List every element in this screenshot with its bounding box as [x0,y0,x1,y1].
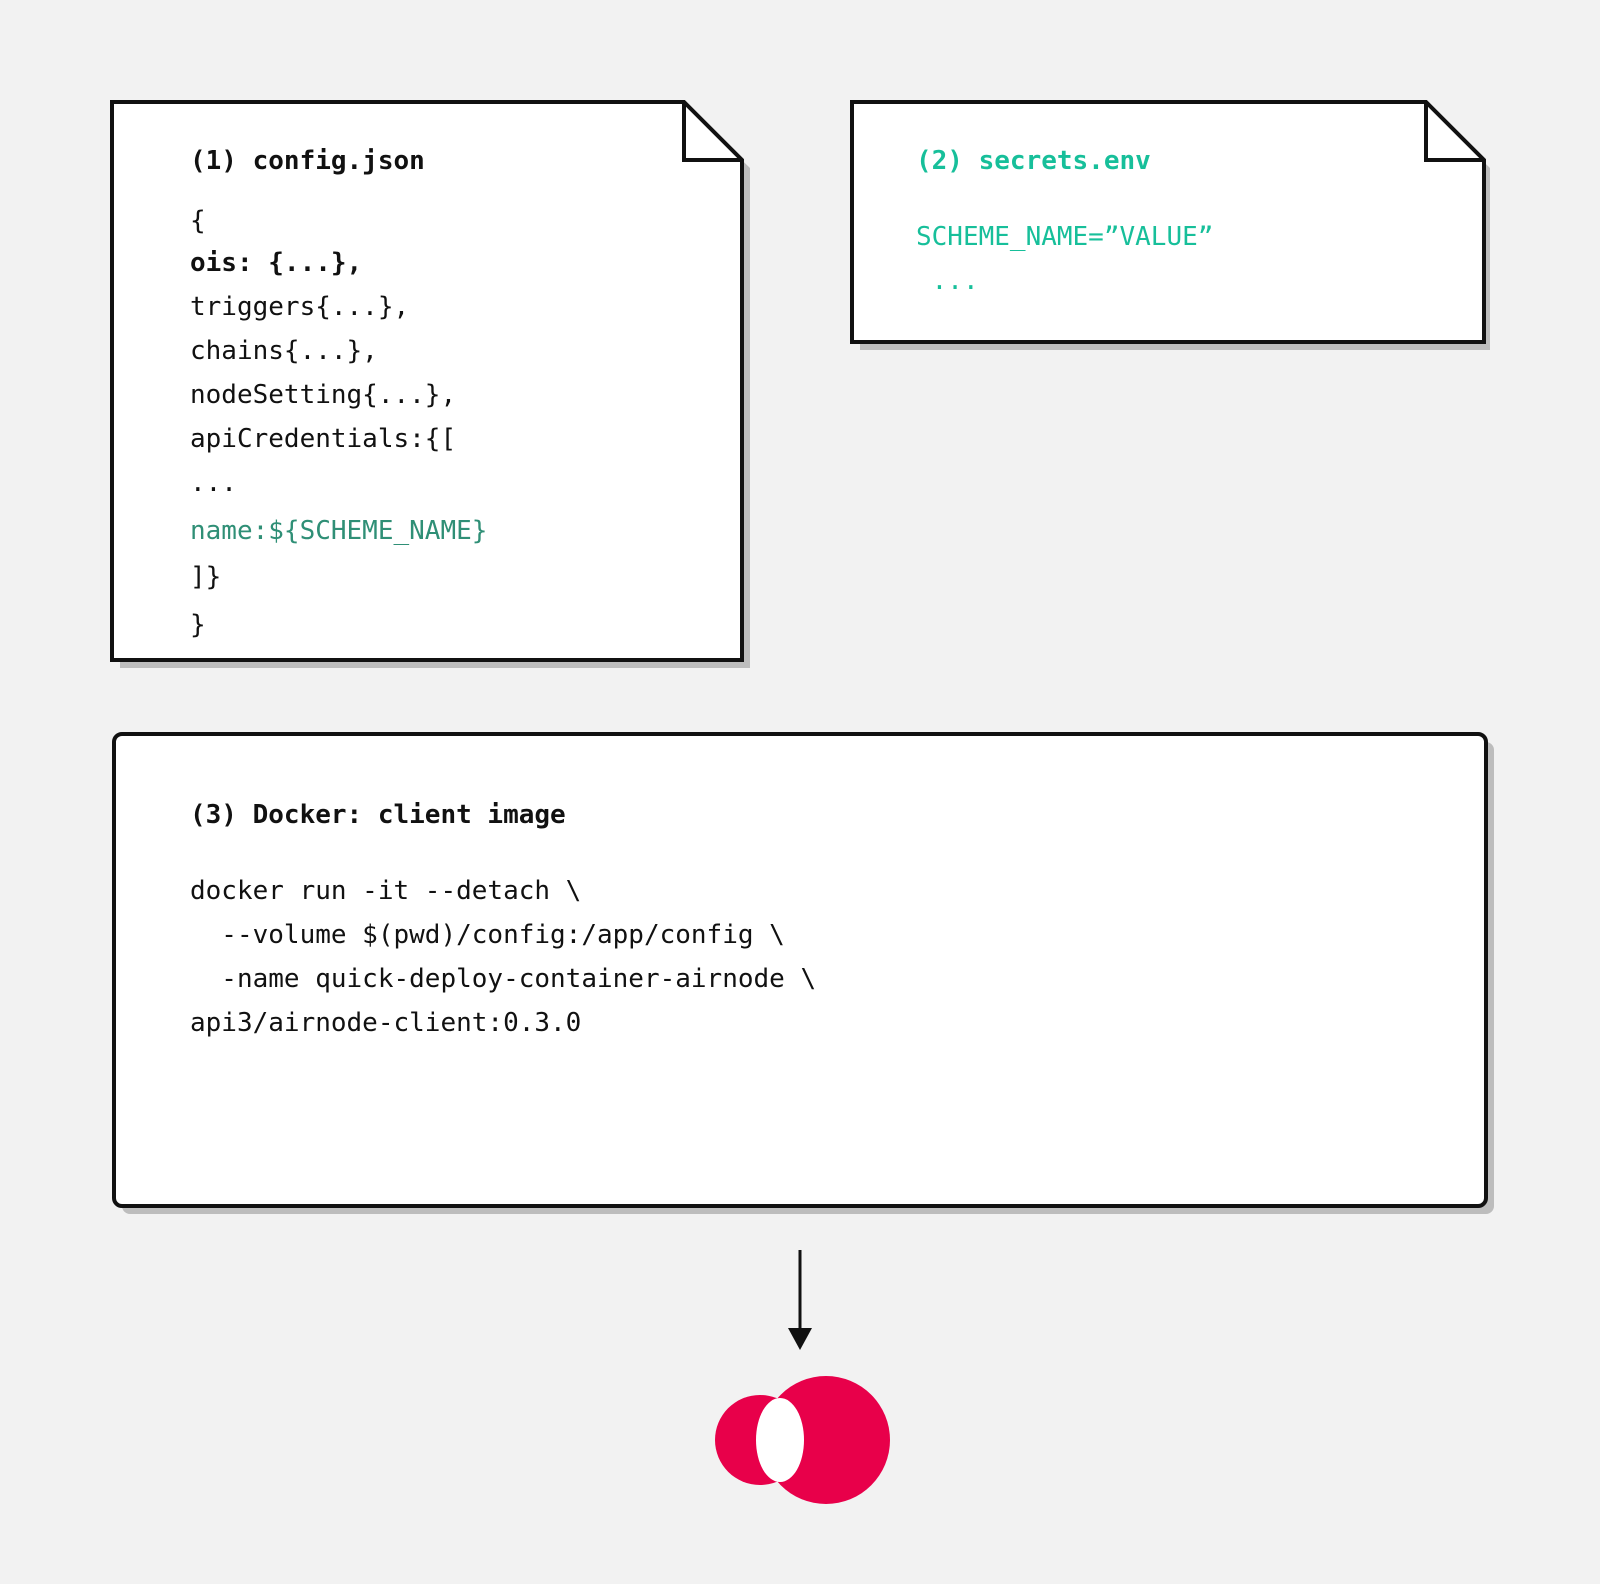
config-line: } [190,610,206,640]
api3-logo-icon [715,1376,890,1504]
docker-command-line: --volume $(pwd)/config:/app/config \ [190,920,785,950]
config-line: chains{...}, [190,336,378,366]
config-line: { [190,206,206,236]
docker-command-line: docker run -it --detach \ [190,876,582,906]
config-line: triggers{...}, [190,292,410,322]
secrets-line: SCHEME_NAME=”VALUE” [916,222,1214,252]
docker-command-line: -name quick-deploy-container-airnode \ [190,964,817,994]
secrets-file-content: (2) secrets.env SCHEME_NAME=”VALUE” ... [916,146,1213,296]
config-file-content: (1) config.json { ois: {...}, triggers{.… [190,146,487,640]
config-line-scheme-name: name:${SCHEME_NAME} [190,516,488,546]
config-line: nodeSetting{...}, [190,380,457,410]
docker-box-content: (3) Docker: client image docker run -it … [190,800,816,1038]
config-line: ... [190,468,237,498]
arrow-down-icon [788,1250,812,1350]
diagram-frame [110,100,1494,1504]
config-line: ]} [190,562,222,592]
config-file-title: (1) config.json [190,146,425,176]
secrets-line: ... [916,266,979,296]
config-line: apiCredentials:{[ [190,424,457,454]
docker-box-title: (3) Docker: client image [190,800,566,830]
secrets-file-title: (2) secrets.env [916,146,1151,176]
config-line-ois: ois: {...}, [190,248,363,278]
docker-command-line: api3/airnode-client:0.3.0 [190,1008,582,1038]
